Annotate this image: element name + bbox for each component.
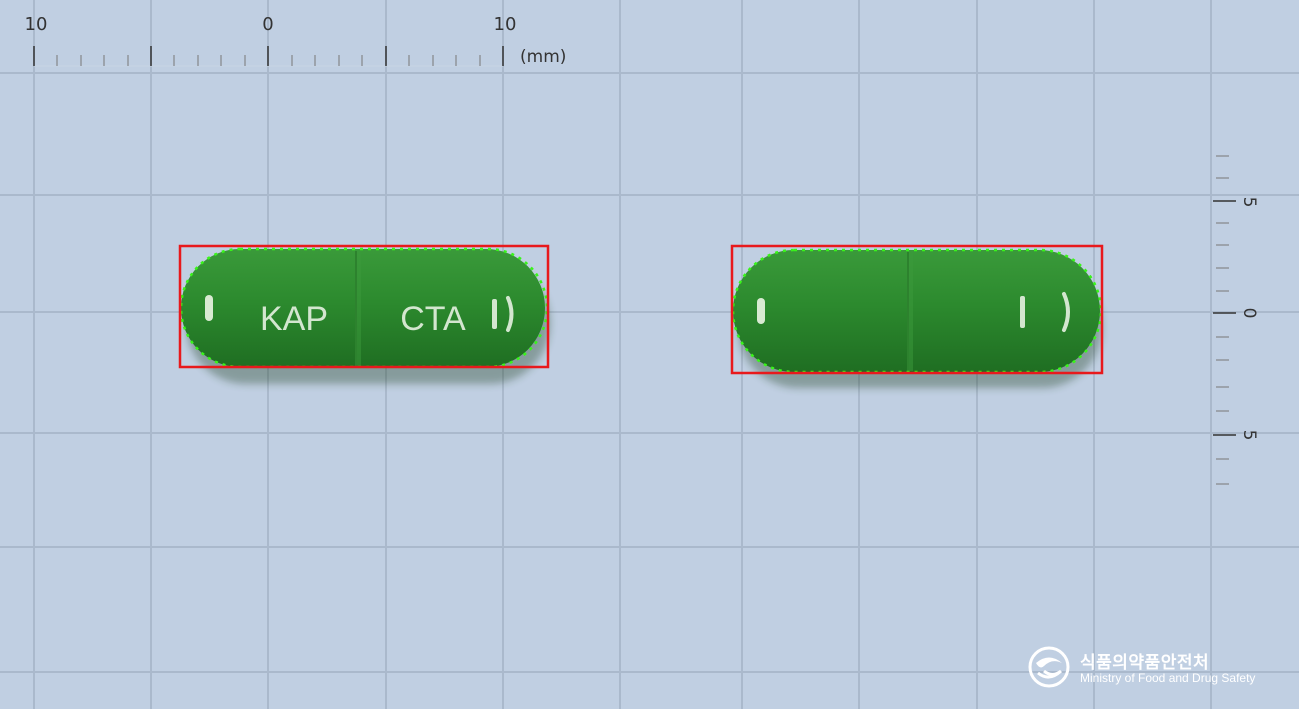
right-ruler: 5 0 5 [1213, 155, 1259, 485]
pill-photo-canvas: 10 0 10 (mm) 5 0 5 KAP CTA [0, 0, 1299, 709]
ministry-name-english: Ministry of Food and Drug Safety [1080, 671, 1256, 685]
ministry-name-korean: 식품의약품안전처 [1080, 653, 1210, 673]
capsule-front-imprint-cap: CTA [400, 300, 466, 338]
ministry-logo-icon [1028, 646, 1070, 688]
top-ruler-label-zero: 0 [262, 14, 273, 35]
capsule-back-body [733, 250, 1100, 372]
capsule-back [730, 244, 1104, 388]
capsule-front-body [181, 249, 545, 367]
right-ruler-label-top: 5 [1239, 197, 1259, 208]
right-ruler-label-bottom: 5 [1239, 430, 1259, 441]
capsule-front: KAP CTA [178, 244, 550, 384]
top-ruler-label-right: 10 [494, 14, 517, 35]
right-ruler-label-zero: 0 [1239, 308, 1259, 319]
top-ruler: 10 0 10 (mm) [25, 14, 567, 67]
top-ruler-unit: (mm) [520, 47, 566, 67]
capsule-front-imprint-body: KAP [260, 300, 328, 338]
top-ruler-label-left: 10 [25, 14, 48, 35]
